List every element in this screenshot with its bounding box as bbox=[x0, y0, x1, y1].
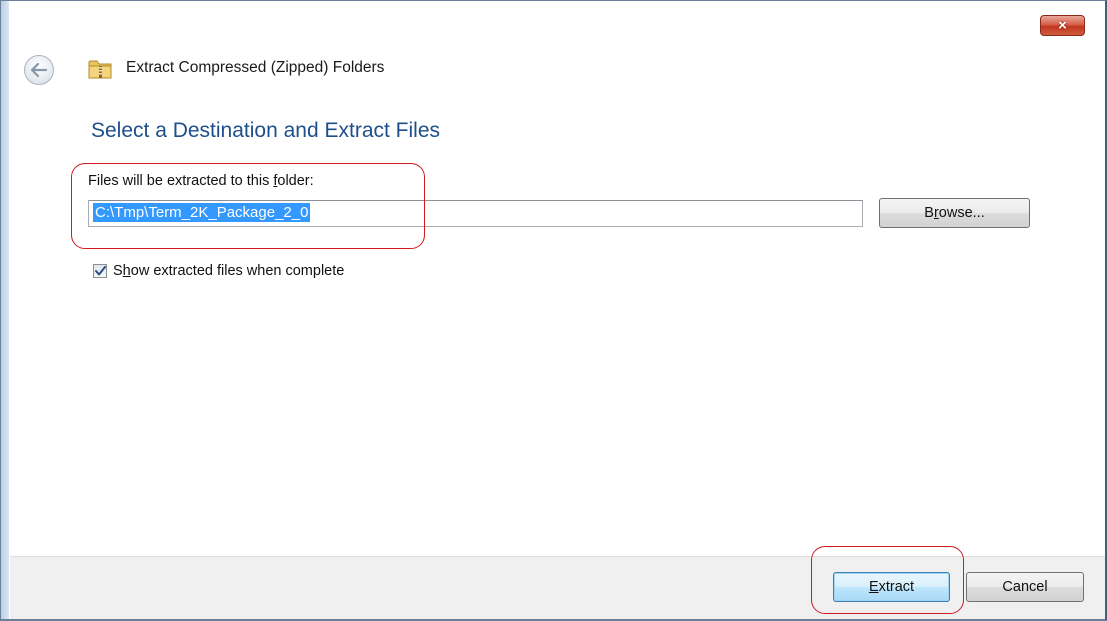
show-files-label-text: S bbox=[113, 263, 123, 279]
window-title: Extract Compressed (Zipped) Folders bbox=[126, 59, 385, 76]
destination-label-tail: older: bbox=[277, 173, 314, 189]
browse-button[interactable]: Br owse... bbox=[879, 198, 1030, 228]
zip-folder-icon bbox=[88, 60, 112, 79]
show-files-option[interactable]: Show extracted files when complete bbox=[93, 263, 344, 279]
show-files-checkbox[interactable] bbox=[93, 264, 107, 278]
back-button[interactable] bbox=[24, 55, 54, 85]
cancel-label: Cancel bbox=[1002, 579, 1048, 595]
destination-path-input[interactable]: C:\Tmp\Term_2K_Package_2_0 bbox=[88, 200, 863, 227]
browse-label: B bbox=[924, 205, 934, 221]
extract-label-accel: E bbox=[868, 579, 879, 595]
destination-label-text: Files will be extracted to this bbox=[88, 173, 274, 189]
extract-label: xtract bbox=[878, 579, 915, 595]
cancel-button[interactable]: Cancel bbox=[966, 572, 1084, 602]
show-files-label-accel: h bbox=[122, 263, 131, 279]
window-frame-strip bbox=[1, 1, 9, 619]
checkmark-icon bbox=[94, 266, 106, 276]
extract-button[interactable]: Extract bbox=[833, 572, 950, 602]
destination-path-value: C:\Tmp\Term_2K_Package_2_0 bbox=[93, 203, 311, 222]
close-button[interactable]: × bbox=[1040, 15, 1085, 36]
browse-label-tail: owse... bbox=[938, 205, 985, 221]
page-heading: Select a Destination and Extract Files bbox=[91, 119, 441, 142]
dialog-window: × Extract Compressed (Zipped) Folders Se… bbox=[0, 0, 1107, 621]
show-files-label[interactable]: Show extracted files when complete bbox=[113, 263, 344, 279]
show-files-label-tail: ow extracted files when complete bbox=[130, 263, 345, 279]
back-arrow-icon bbox=[31, 63, 47, 77]
destination-label: Files will be extracted to this folder: bbox=[88, 173, 314, 189]
close-icon: × bbox=[1058, 17, 1067, 34]
